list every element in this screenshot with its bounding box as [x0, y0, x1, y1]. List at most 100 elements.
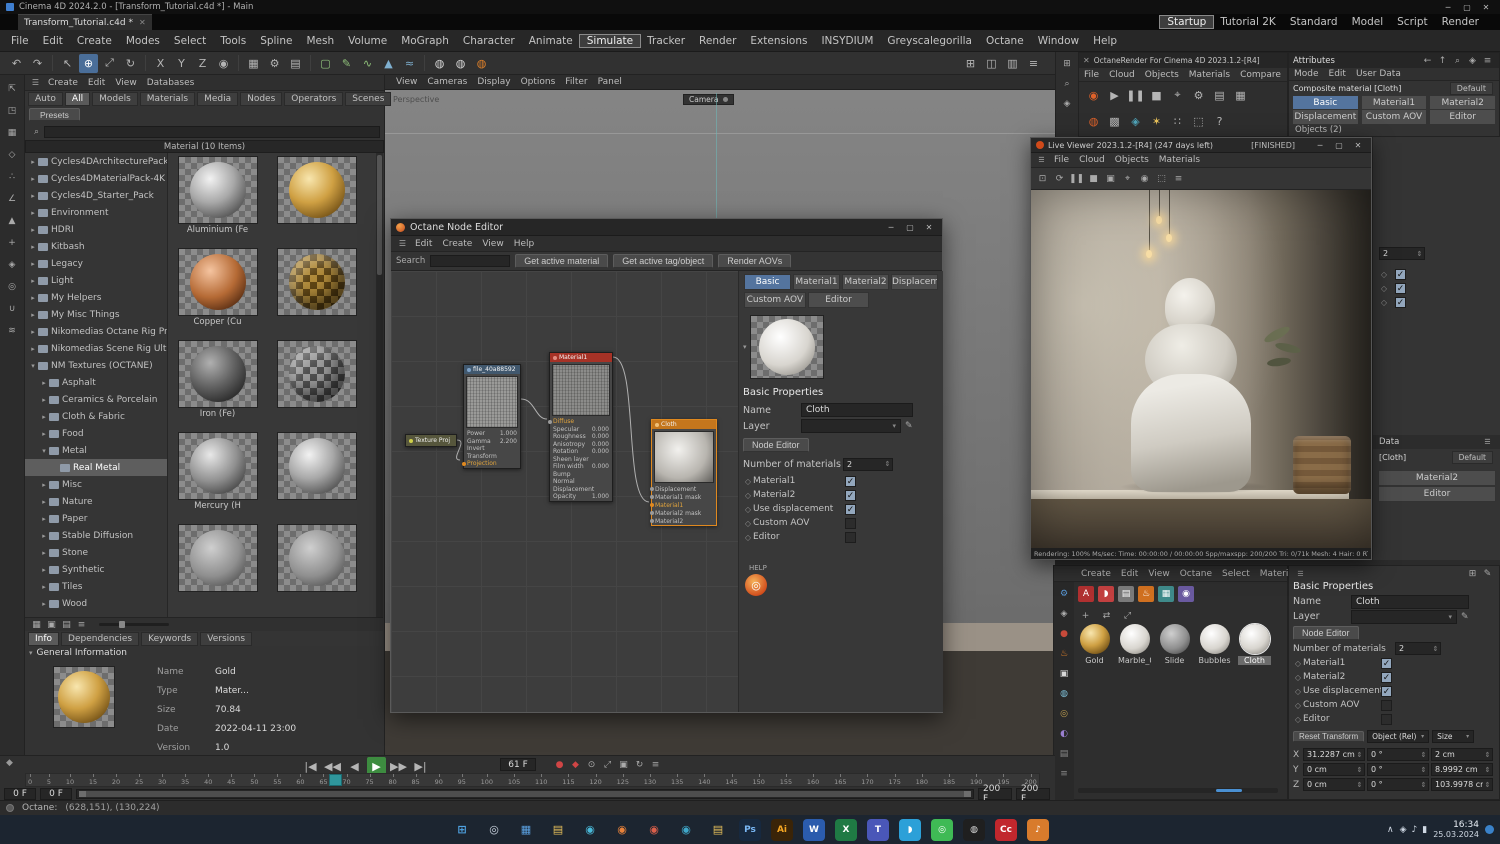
folder-icon[interactable]: ▤	[707, 819, 729, 841]
lock-icon[interactable]: ◈	[1465, 53, 1480, 68]
render-preview[interactable]	[1031, 190, 1371, 548]
timeline-tick[interactable]: 90	[435, 774, 443, 786]
octane-material-3-icon[interactable]: ◍	[472, 54, 491, 73]
octane-logo-icon[interactable]: ◉	[1084, 86, 1103, 105]
timeline-tick[interactable]: 190	[970, 774, 982, 786]
props-tab[interactable]: Material2	[842, 274, 889, 290]
node-editor-menu-item[interactable]: Edit	[410, 239, 437, 249]
node-editor-menu-item[interactable]: View	[477, 239, 508, 249]
live-viewer-hamburger-icon[interactable]: ☰	[1034, 153, 1049, 168]
node-search-input[interactable]	[430, 255, 511, 267]
checkbox[interactable]: ✓	[845, 475, 856, 487]
browser-search-input[interactable]	[44, 125, 380, 138]
browser-menu-item[interactable]: Create	[43, 78, 83, 88]
camera-icon[interactable]: ⬚	[1154, 171, 1169, 186]
attributes-menu-item[interactable]: Edit	[1324, 69, 1351, 79]
notification-center-button[interactable]	[1485, 825, 1494, 834]
restart-render-icon[interactable]: ⟳	[1052, 171, 1067, 186]
list-view-icon[interactable]: ▤	[59, 617, 74, 632]
current-frame-field[interactable]: 61 F	[500, 758, 536, 771]
material-item[interactable]: Slide	[1158, 624, 1191, 665]
layer-icon[interactable]: ▤	[1057, 746, 1072, 761]
node-param-row[interactable]: Projection	[462, 460, 520, 468]
snap-icon[interactable]: ◎	[5, 279, 20, 294]
attributes-menu-item[interactable]: Mode	[1289, 69, 1324, 79]
layer-edit-icon[interactable]: ✎	[1461, 612, 1469, 622]
rotation-key-toggle[interactable]: ↻	[632, 757, 647, 772]
menubar-item[interactable]: Select	[167, 35, 213, 47]
viewport-menu-item[interactable]: Panel	[593, 77, 627, 87]
expand-arrow-icon[interactable]: ▸	[39, 549, 49, 557]
timeline-tick[interactable]: 150	[753, 774, 765, 786]
lock-icon[interactable]: ◈	[5, 257, 20, 272]
timeline-tick[interactable]: 185	[943, 774, 955, 786]
material-item[interactable]: Gold	[1078, 624, 1111, 665]
spinner-arrows-icon[interactable]: ⇕	[1355, 781, 1364, 789]
viewport-menu-item[interactable]: Cameras	[422, 77, 472, 87]
checkbox[interactable]	[1381, 699, 1392, 711]
info-tab[interactable]: Versions	[200, 631, 253, 646]
tray-volume-icon[interactable]: ♪	[1411, 825, 1417, 835]
tree-item[interactable]: ▸ Misc	[25, 476, 167, 493]
sliver-default-dropdown[interactable]: Default	[1451, 451, 1493, 464]
expand-arrow-icon[interactable]: ▸	[39, 396, 49, 404]
attributes-tab[interactable]: Displacement	[1292, 109, 1359, 125]
coord-mode-dropdown[interactable]: Object (Rel) ▾	[1367, 730, 1430, 743]
pause-render-icon[interactable]: ❚❚	[1069, 171, 1084, 186]
texture-mode-icon[interactable]: ▦	[5, 125, 20, 140]
timeline-tick[interactable]: 160	[807, 774, 819, 786]
node-input-dot[interactable]	[548, 420, 552, 424]
node-input-dot[interactable]	[650, 487, 654, 491]
live-viewer-menu-item[interactable]: Materials	[1154, 155, 1205, 165]
menubar-item[interactable]: Octane	[979, 35, 1031, 47]
octane-menu-item[interactable]: File	[1079, 70, 1104, 80]
node-editor-titlebar[interactable]: Octane Node Editor ─ ▢ ✕	[391, 219, 942, 236]
expand-arrow-icon[interactable]: ▸	[28, 226, 38, 234]
layout-tab[interactable]: Render	[1435, 16, 1486, 28]
tree-item[interactable]: ▸ Nature	[25, 493, 167, 510]
property-check-row[interactable]: ◇ Custom AOV	[743, 516, 939, 530]
pick-material-icon[interactable]: ◉	[1137, 171, 1152, 186]
texture-icon[interactable]: ▩	[1105, 112, 1124, 131]
dock-grid-icon[interactable]: ⊞	[1060, 56, 1075, 71]
number-of-materials-input[interactable]: 2 ⇕	[1379, 247, 1425, 260]
dock-search-icon[interactable]: ⌕	[1060, 76, 1075, 91]
menubar-item[interactable]: Edit	[36, 35, 70, 47]
spinner-arrows-icon[interactable]: ⇕	[883, 460, 892, 468]
close-button[interactable]: ✕	[921, 222, 937, 233]
tree-item[interactable]: ▸ Cycles4D_Starter_Pack	[25, 187, 167, 204]
timeline-tick[interactable]: 85	[412, 774, 420, 786]
timeline-tick[interactable]: 175	[888, 774, 901, 786]
render-settings-icon[interactable]: ⚙	[265, 54, 284, 73]
material-grid-item[interactable]	[267, 337, 366, 429]
timeline-tick[interactable]: 80	[388, 774, 397, 786]
safari-icon[interactable]: ◉	[579, 819, 601, 841]
menubar-item[interactable]: File	[4, 35, 36, 47]
timeline-tick[interactable]: 135	[671, 774, 683, 786]
checker-preset-icon[interactable]: ▦	[1158, 586, 1174, 602]
expand-arrow-icon[interactable]: ▸	[28, 243, 38, 251]
widgets-button[interactable]: ▦	[515, 819, 537, 841]
props-tab[interactable]: Material1	[793, 274, 840, 290]
browser-tab[interactable]: Nodes	[240, 91, 283, 106]
browser-tab[interactable]: Scenes	[345, 91, 392, 106]
expand-arrow-icon[interactable]: ▸	[28, 209, 38, 217]
attributes-tab[interactable]: Custom AOV	[1360, 109, 1428, 125]
polygons-mode-icon[interactable]: ▲	[5, 213, 20, 228]
expand-arrow-icon[interactable]: ▸	[39, 600, 49, 608]
timeline-tick[interactable]: 55	[273, 774, 282, 786]
sliver-tab-editor[interactable]: Editor	[1378, 486, 1496, 502]
live-viewer-menu-item[interactable]: Cloud	[1074, 155, 1110, 165]
menubar-item[interactable]: Window	[1031, 35, 1086, 47]
simulate-icon[interactable]: ≈	[400, 54, 419, 73]
firefox-icon[interactable]: ◉	[611, 819, 633, 841]
timeline-tick[interactable]: 50	[250, 774, 258, 786]
render-view-icon[interactable]: ▦	[244, 54, 263, 73]
taskbar-clock[interactable]: 16:34	[1433, 820, 1479, 830]
menubar-item[interactable]: Render	[692, 35, 743, 47]
layout-tab[interactable]: Startup	[1159, 15, 1215, 29]
y-axis-lock-icon[interactable]: Y	[172, 54, 191, 73]
add-material-icon[interactable]: +	[1078, 608, 1093, 623]
coordinate-input[interactable]: 0 cm ⇕	[1303, 763, 1365, 776]
lips-preset-icon[interactable]: ◗	[1098, 586, 1114, 602]
